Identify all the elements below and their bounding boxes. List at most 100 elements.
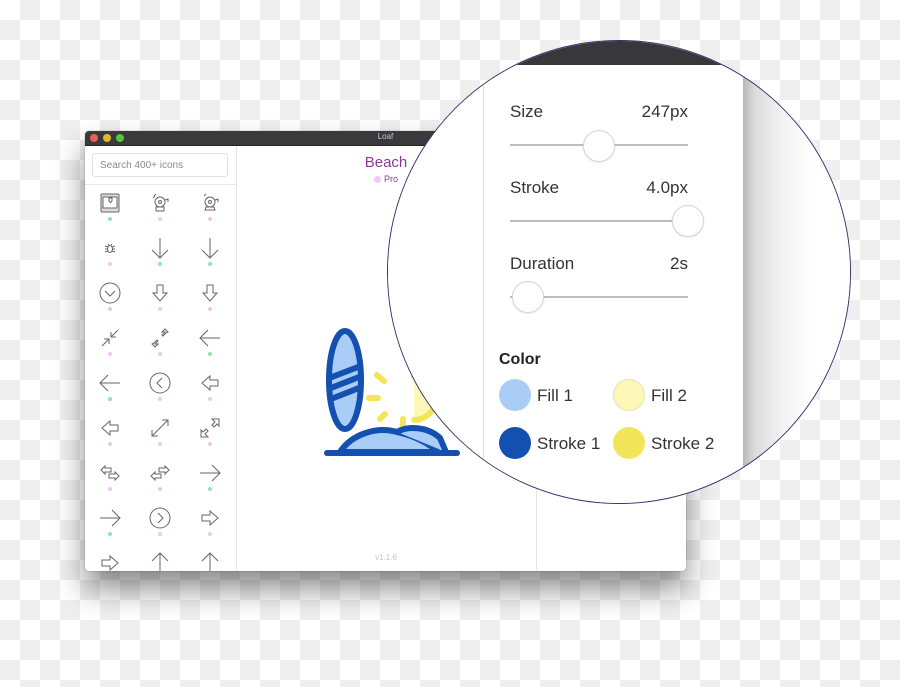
arrow-right-thin-alt-icon (100, 509, 121, 527)
icon-grid-item[interactable] (135, 186, 185, 231)
arrow-right-outline-alt-icon (101, 554, 119, 571)
stroke-2-swatch[interactable] (613, 427, 645, 459)
icon-grid-item[interactable] (135, 546, 185, 571)
stroke-1-label: Stroke 1 (537, 434, 601, 453)
pro-tier-dot (158, 487, 162, 491)
stroke-value: 4.0px (646, 178, 688, 197)
arrow-up-thin-icon (151, 552, 169, 571)
free-tier-dot (108, 532, 112, 536)
arrow-left-thin-icon (199, 329, 220, 347)
icon-grid-item[interactable] (135, 276, 185, 321)
icon-grid-item[interactable] (185, 321, 235, 366)
arrow-left-outline-icon (201, 374, 219, 392)
arrow-right-outline-icon (201, 509, 219, 527)
pro-tier-dot (158, 397, 162, 401)
icon-grid-item[interactable] (185, 231, 235, 276)
arrow-left-thin-alt-icon (99, 374, 120, 392)
magnifier-lens: Size 247px Stroke 4.0px Duration 2s Colo… (387, 40, 851, 504)
icon-grid-item[interactable] (135, 456, 185, 501)
pro-tier-dot (108, 352, 112, 356)
arrow-left-outline-alt-icon (101, 419, 119, 437)
duration-slider-thumb[interactable] (511, 281, 544, 313)
icon-grid-item[interactable] (185, 186, 235, 231)
arrow-right-thin-icon (200, 464, 221, 482)
icon-grid-item[interactable] (185, 366, 235, 411)
arrows-expand-outline-icon (200, 418, 220, 438)
icon-grid-item[interactable] (85, 186, 135, 231)
alarm-bell-ringing-icon (152, 193, 169, 212)
pro-tier-dot (108, 307, 112, 311)
fill-2-swatch[interactable] (613, 379, 645, 411)
pro-tier-dot (158, 217, 162, 221)
color-heading: Color (499, 351, 541, 368)
icon-grid-item[interactable] (85, 366, 135, 411)
icon-sidebar (85, 146, 237, 571)
free-tier-dot (208, 262, 212, 266)
stroke-slider-thumb[interactable] (672, 205, 704, 237)
arrows-collapse-icon (101, 329, 119, 347)
icon-grid-item[interactable] (85, 276, 135, 321)
version-label: v1.1.6 (375, 553, 397, 562)
window-shadow (743, 65, 850, 503)
fill-1-label: Fill 1 (537, 386, 573, 405)
free-tier-dot (208, 352, 212, 356)
icon-grid-item[interactable] (185, 276, 235, 321)
pro-tier-dot (208, 307, 212, 311)
arrow-down-circle-icon (99, 282, 121, 304)
free-tier-dot (108, 217, 112, 221)
stroke-slider-track[interactable] (510, 220, 688, 222)
arrow-right-circle-icon (149, 507, 171, 529)
icon-grid-item[interactable] (85, 501, 135, 546)
stroke-2-label: Stroke 2 (651, 434, 715, 453)
magnified-title-bar (388, 41, 743, 65)
stroke-label: Stroke (510, 178, 560, 197)
icon-grid-item[interactable] (135, 321, 185, 366)
pro-tier-dot (208, 217, 212, 221)
size-value: 247px (641, 102, 688, 121)
icon-grid-item[interactable] (135, 231, 185, 276)
arrows-swap-alt-icon (150, 464, 170, 482)
icon-grid-item[interactable] (135, 411, 185, 456)
pro-tier-dot (208, 397, 212, 401)
3d-printer-icon (100, 193, 120, 213)
icon-grid-item[interactable] (85, 546, 135, 571)
pro-tier-dot (108, 442, 112, 446)
icon-grid-item[interactable] (185, 411, 235, 456)
duration-label: Duration (510, 254, 575, 273)
icon-grid-item[interactable] (85, 231, 135, 276)
arrows-collapse-outline-icon (151, 328, 169, 348)
pro-tier-dot (108, 262, 112, 266)
icon-grid-item[interactable] (85, 411, 135, 456)
pro-tier-dot (158, 307, 162, 311)
arrow-left-circle-icon (149, 372, 171, 394)
free-tier-dot (158, 262, 162, 266)
stroke-1-swatch[interactable] (499, 427, 531, 459)
search-input[interactable] (92, 153, 228, 177)
size-label: Size (510, 102, 544, 121)
icon-grid-item[interactable] (185, 501, 235, 546)
arrow-down-outline-icon (151, 284, 169, 302)
free-tier-dot (108, 397, 112, 401)
pro-tier-dot (108, 487, 112, 491)
arrow-down-thin-icon (151, 238, 169, 259)
pro-tier-dot (208, 532, 212, 536)
icon-grid-item[interactable] (85, 456, 135, 501)
pro-tier-dot (158, 532, 162, 536)
alarm-bell-icon (203, 193, 219, 211)
arrow-down-thin-alt-icon (201, 238, 219, 259)
bug-icon (104, 243, 116, 253)
pro-dot-icon (373, 176, 381, 183)
arrows-expand-icon (151, 419, 169, 437)
pro-tier-dot (208, 442, 212, 446)
icon-grid-item[interactable] (85, 321, 135, 366)
search-area (85, 146, 236, 185)
icon-grid-item[interactable] (135, 501, 185, 546)
size-slider-thumb[interactable] (583, 130, 615, 162)
free-tier-dot (208, 487, 212, 491)
fill-1-swatch[interactable] (499, 379, 531, 411)
icon-grid-item[interactable] (185, 546, 235, 571)
icon-grid-item[interactable] (185, 456, 235, 501)
arrow-down-outline-alt-icon (201, 284, 219, 302)
icon-grid-item[interactable] (135, 366, 185, 411)
arrow-up-thin-alt-icon (201, 552, 219, 571)
